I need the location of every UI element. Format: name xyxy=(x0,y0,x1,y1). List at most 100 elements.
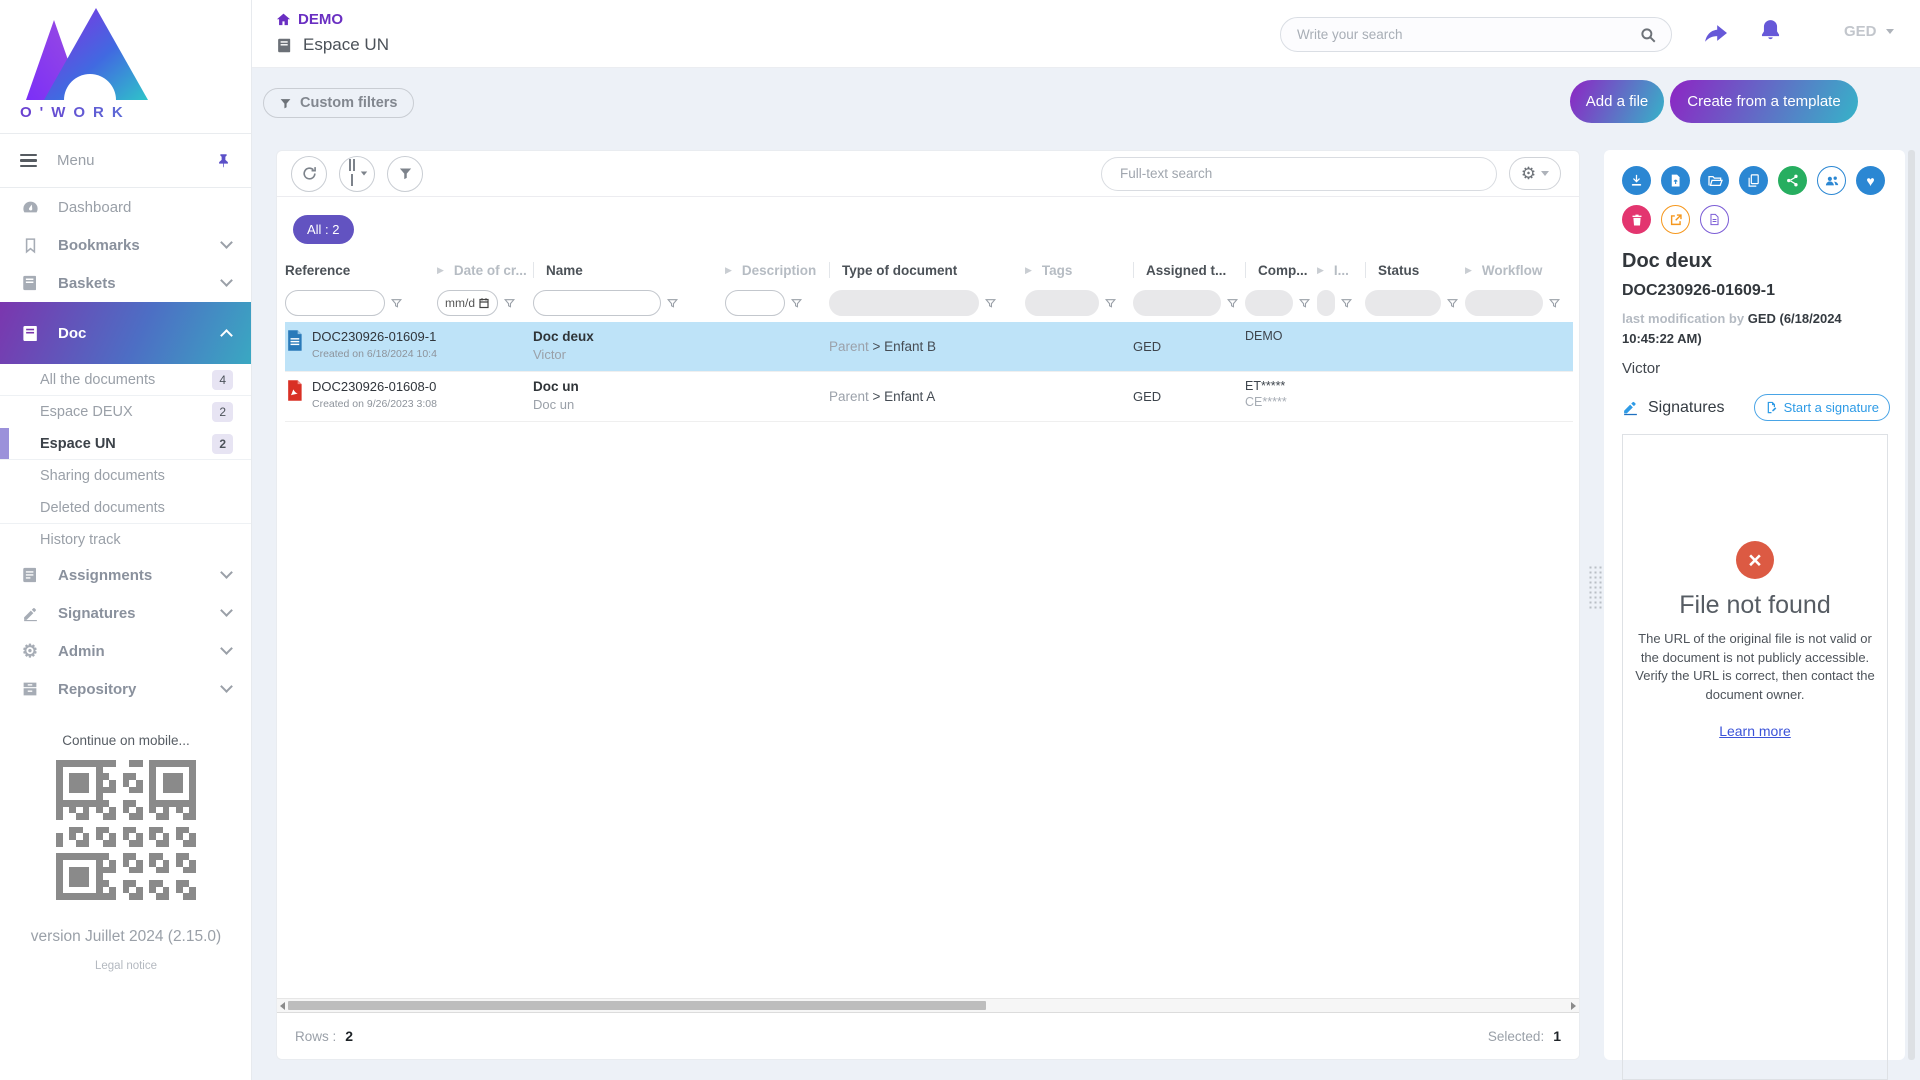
sidebar-item-doc[interactable]: Doc xyxy=(0,302,251,364)
sidebar-item-bookmarks[interactable]: Bookmarks xyxy=(0,226,251,264)
scrollbar-thumb[interactable] xyxy=(288,1001,986,1010)
column-header-status[interactable]: Status xyxy=(1378,263,1419,278)
column-header-i[interactable]: I... xyxy=(1334,263,1349,278)
column-separator xyxy=(1133,262,1134,278)
sidebar-item-repository[interactable]: Repository xyxy=(0,670,251,708)
horizontal-scrollbar[interactable] xyxy=(277,998,1579,1013)
scroll-right-icon[interactable] xyxy=(1571,1002,1576,1010)
learn-more-link[interactable]: Learn more xyxy=(1719,723,1791,739)
sidebar-item-history-track[interactable]: History track xyxy=(0,524,251,556)
favorite-button[interactable]: ♥ xyxy=(1856,166,1885,195)
sidebar-item-dashboard[interactable]: Dashboard xyxy=(0,188,251,226)
tab-all-documents[interactable]: All : 2 xyxy=(293,215,354,244)
panel-resize-handle[interactable] xyxy=(1588,565,1604,611)
global-search-input[interactable] xyxy=(1295,26,1639,43)
sidebar-item-admin[interactable]: ⚙ Admin xyxy=(0,632,251,670)
chevron-down-icon xyxy=(1541,171,1549,176)
assign-users-button[interactable] xyxy=(1817,166,1846,195)
chevron-down-icon xyxy=(220,604,233,617)
share-button[interactable] xyxy=(1778,166,1807,195)
funnel-icon[interactable] xyxy=(1340,297,1353,310)
filter-i-select[interactable] xyxy=(1317,290,1335,316)
funnel-icon[interactable] xyxy=(503,297,516,310)
count-badge: 4 xyxy=(212,370,233,390)
download-button[interactable] xyxy=(1622,166,1651,195)
search-icon[interactable] xyxy=(1639,26,1657,44)
filter-tags-select[interactable] xyxy=(1025,290,1099,316)
column-header-name[interactable]: Name xyxy=(546,263,583,278)
column-header-tags[interactable]: Tags xyxy=(1042,263,1073,278)
chevron-down-icon xyxy=(220,680,233,693)
column-header-workflow[interactable]: Workflow xyxy=(1482,263,1543,278)
refresh-button[interactable] xyxy=(291,156,327,192)
funnel-icon[interactable] xyxy=(1226,297,1239,310)
filter-type-select[interactable] xyxy=(829,290,979,316)
open-external-button[interactable] xyxy=(1661,205,1690,234)
signatures-label-group: Signatures xyxy=(1622,399,1725,417)
vertical-scrollbar[interactable] xyxy=(1908,150,1915,1060)
sidebar-item-espace-deux[interactable]: Espace DEUX 2 xyxy=(0,396,251,428)
funnel-icon[interactable] xyxy=(984,297,997,310)
columns-button[interactable] xyxy=(339,156,375,192)
sub-item-label: Deleted documents xyxy=(40,500,165,516)
column-header-reference[interactable]: Reference xyxy=(285,263,350,278)
scroll-left-icon[interactable] xyxy=(280,1002,285,1010)
column-header-description[interactable]: Description xyxy=(742,263,816,278)
row-type-child: > Enfant B xyxy=(873,339,936,354)
filter-description-input[interactable] xyxy=(725,290,785,316)
funnel-icon[interactable] xyxy=(390,297,403,310)
documents-table-card: ⚙ All : 2 Reference ▶Date of cr... Name … xyxy=(276,150,1580,1060)
delete-button[interactable] xyxy=(1622,205,1651,234)
filter-date-input[interactable]: mm/d xyxy=(437,290,498,316)
share-forward-icon[interactable] xyxy=(1702,20,1729,47)
upload-version-button[interactable] xyxy=(1661,166,1690,195)
funnel-icon[interactable] xyxy=(1446,297,1459,310)
sidebar-item-deleted-documents[interactable]: Deleted documents xyxy=(0,492,251,524)
funnel-icon[interactable] xyxy=(1548,297,1561,310)
filter-reference-input[interactable] xyxy=(285,290,385,316)
sidebar-item-espace-un[interactable]: Espace UN 2 xyxy=(0,428,251,460)
table-row[interactable]: DOC230926-01608-0 Created on 9/26/2023 3… xyxy=(285,372,1573,422)
column-header-company[interactable]: Comp... xyxy=(1258,263,1308,278)
filter-workflow-select[interactable] xyxy=(1465,290,1543,316)
user-menu[interactable]: GED xyxy=(1844,23,1894,40)
funnel-icon[interactable] xyxy=(1298,297,1311,310)
chevron-down-icon xyxy=(220,236,233,249)
open-folder-button[interactable] xyxy=(1700,166,1729,195)
filter-button[interactable] xyxy=(387,156,423,192)
filter-name-input[interactable] xyxy=(533,290,661,316)
filter-company-select[interactable] xyxy=(1245,290,1293,316)
column-header-date[interactable]: Date of cr... xyxy=(454,263,527,278)
sidebar-item-assignments[interactable]: Assignments xyxy=(0,556,251,594)
filter-assigned-select[interactable] xyxy=(1133,290,1221,316)
create-from-template-button[interactable]: Create from a template xyxy=(1670,80,1858,123)
column-separator-icon: ▶ xyxy=(437,265,444,276)
add-file-button[interactable]: Add a file xyxy=(1570,80,1664,123)
column-separator-icon: ▶ xyxy=(1465,265,1472,276)
funnel-icon[interactable] xyxy=(790,297,803,310)
filter-status-select[interactable] xyxy=(1365,290,1441,316)
sidebar-item-sharing-documents[interactable]: Sharing documents xyxy=(0,460,251,492)
breadcrumb-home[interactable]: DEMO xyxy=(276,11,389,28)
pin-sidebar-icon[interactable] xyxy=(216,153,231,168)
column-header-assigned[interactable]: Assigned t... xyxy=(1146,263,1226,278)
sidebar-item-signatures[interactable]: Signatures xyxy=(0,594,251,632)
breadcrumb-space[interactable]: Espace UN xyxy=(276,35,389,55)
table-settings-button[interactable]: ⚙ xyxy=(1509,157,1561,190)
table-row[interactable]: DOC230926-01609-1 Created on 6/18/2024 1… xyxy=(285,322,1573,372)
hamburger-icon[interactable] xyxy=(20,151,37,170)
column-header-type[interactable]: Type of document xyxy=(842,263,957,278)
custom-filters-button[interactable]: Custom filters xyxy=(263,88,414,118)
sidebar-item-all-documents[interactable]: All the documents 4 xyxy=(0,364,251,396)
fulltext-search-input[interactable] xyxy=(1118,165,1480,182)
copy-button[interactable] xyxy=(1739,166,1768,195)
breadcrumb: DEMO Espace UN xyxy=(276,11,389,55)
mobile-block: Continue on mobile... xyxy=(0,733,252,900)
funnel-icon[interactable] xyxy=(1104,297,1117,310)
document-properties-button[interactable] xyxy=(1700,205,1729,234)
sidebar-item-baskets[interactable]: Baskets xyxy=(0,264,251,302)
funnel-icon[interactable] xyxy=(666,297,679,310)
notifications-bell-icon[interactable] xyxy=(1758,18,1783,43)
legal-notice-link[interactable]: Legal notice xyxy=(0,960,252,972)
start-signature-button[interactable]: Start a signature xyxy=(1754,394,1890,421)
